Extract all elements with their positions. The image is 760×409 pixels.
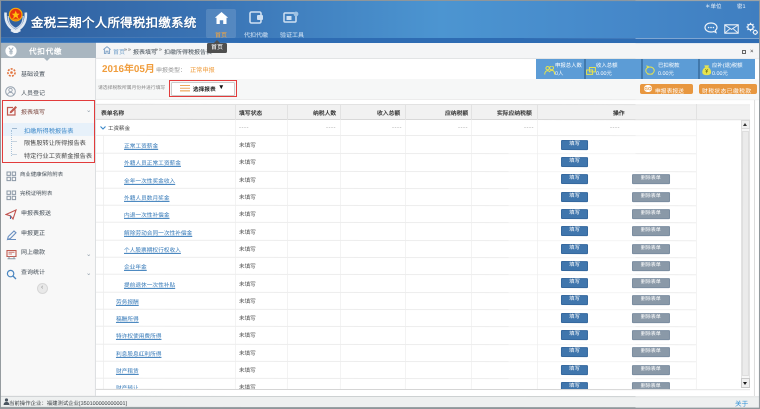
svg-text:GO: GO (644, 86, 652, 91)
